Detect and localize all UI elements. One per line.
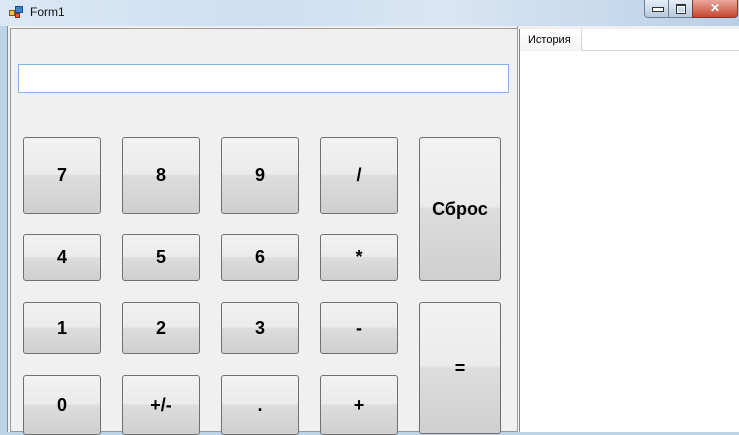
multiply-button[interactable]: * xyxy=(320,234,398,281)
close-icon: ✕ xyxy=(709,1,721,15)
display-input[interactable] xyxy=(18,64,509,93)
calculator-panel: 7 8 9 / Сброс 4 5 6 * 1 2 3 - = 0 +/- . … xyxy=(10,28,517,435)
negate-button[interactable]: +/- xyxy=(122,375,200,435)
digit-4-button[interactable]: 4 xyxy=(23,234,101,281)
digit-6-button[interactable]: 6 xyxy=(221,234,299,281)
equals-button[interactable]: = xyxy=(419,302,501,434)
title-bar[interactable]: Form1 ✕ xyxy=(0,0,739,26)
digit-3-button[interactable]: 3 xyxy=(221,302,299,354)
add-button[interactable]: + xyxy=(320,375,398,435)
maximize-icon xyxy=(676,4,686,14)
close-button[interactable]: ✕ xyxy=(692,0,738,18)
history-list[interactable]: История xyxy=(519,29,739,432)
digit-0-button[interactable]: 0 xyxy=(23,375,101,435)
digit-9-button[interactable]: 9 xyxy=(221,137,299,214)
reset-button[interactable]: Сброс xyxy=(419,137,501,281)
minimize-icon xyxy=(652,7,664,12)
subtract-button[interactable]: - xyxy=(320,302,398,354)
app-icon xyxy=(9,6,23,18)
history-header: История xyxy=(520,29,739,51)
minimize-button[interactable] xyxy=(644,0,669,18)
divide-button[interactable]: / xyxy=(320,137,398,214)
digit-2-button[interactable]: 2 xyxy=(122,302,200,354)
decimal-point-button[interactable]: . xyxy=(221,375,299,435)
digit-1-button[interactable]: 1 xyxy=(23,302,101,354)
digit-8-button[interactable]: 8 xyxy=(122,137,200,214)
maximize-button[interactable] xyxy=(668,0,693,18)
digit-5-button[interactable]: 5 xyxy=(122,234,200,281)
digit-7-button[interactable]: 7 xyxy=(23,137,101,214)
window-title: Form1 xyxy=(30,5,65,19)
history-column-header[interactable]: История xyxy=(520,29,582,51)
client-area: 7 8 9 / Сброс 4 5 6 * 1 2 3 - = 0 +/- . … xyxy=(7,26,739,435)
